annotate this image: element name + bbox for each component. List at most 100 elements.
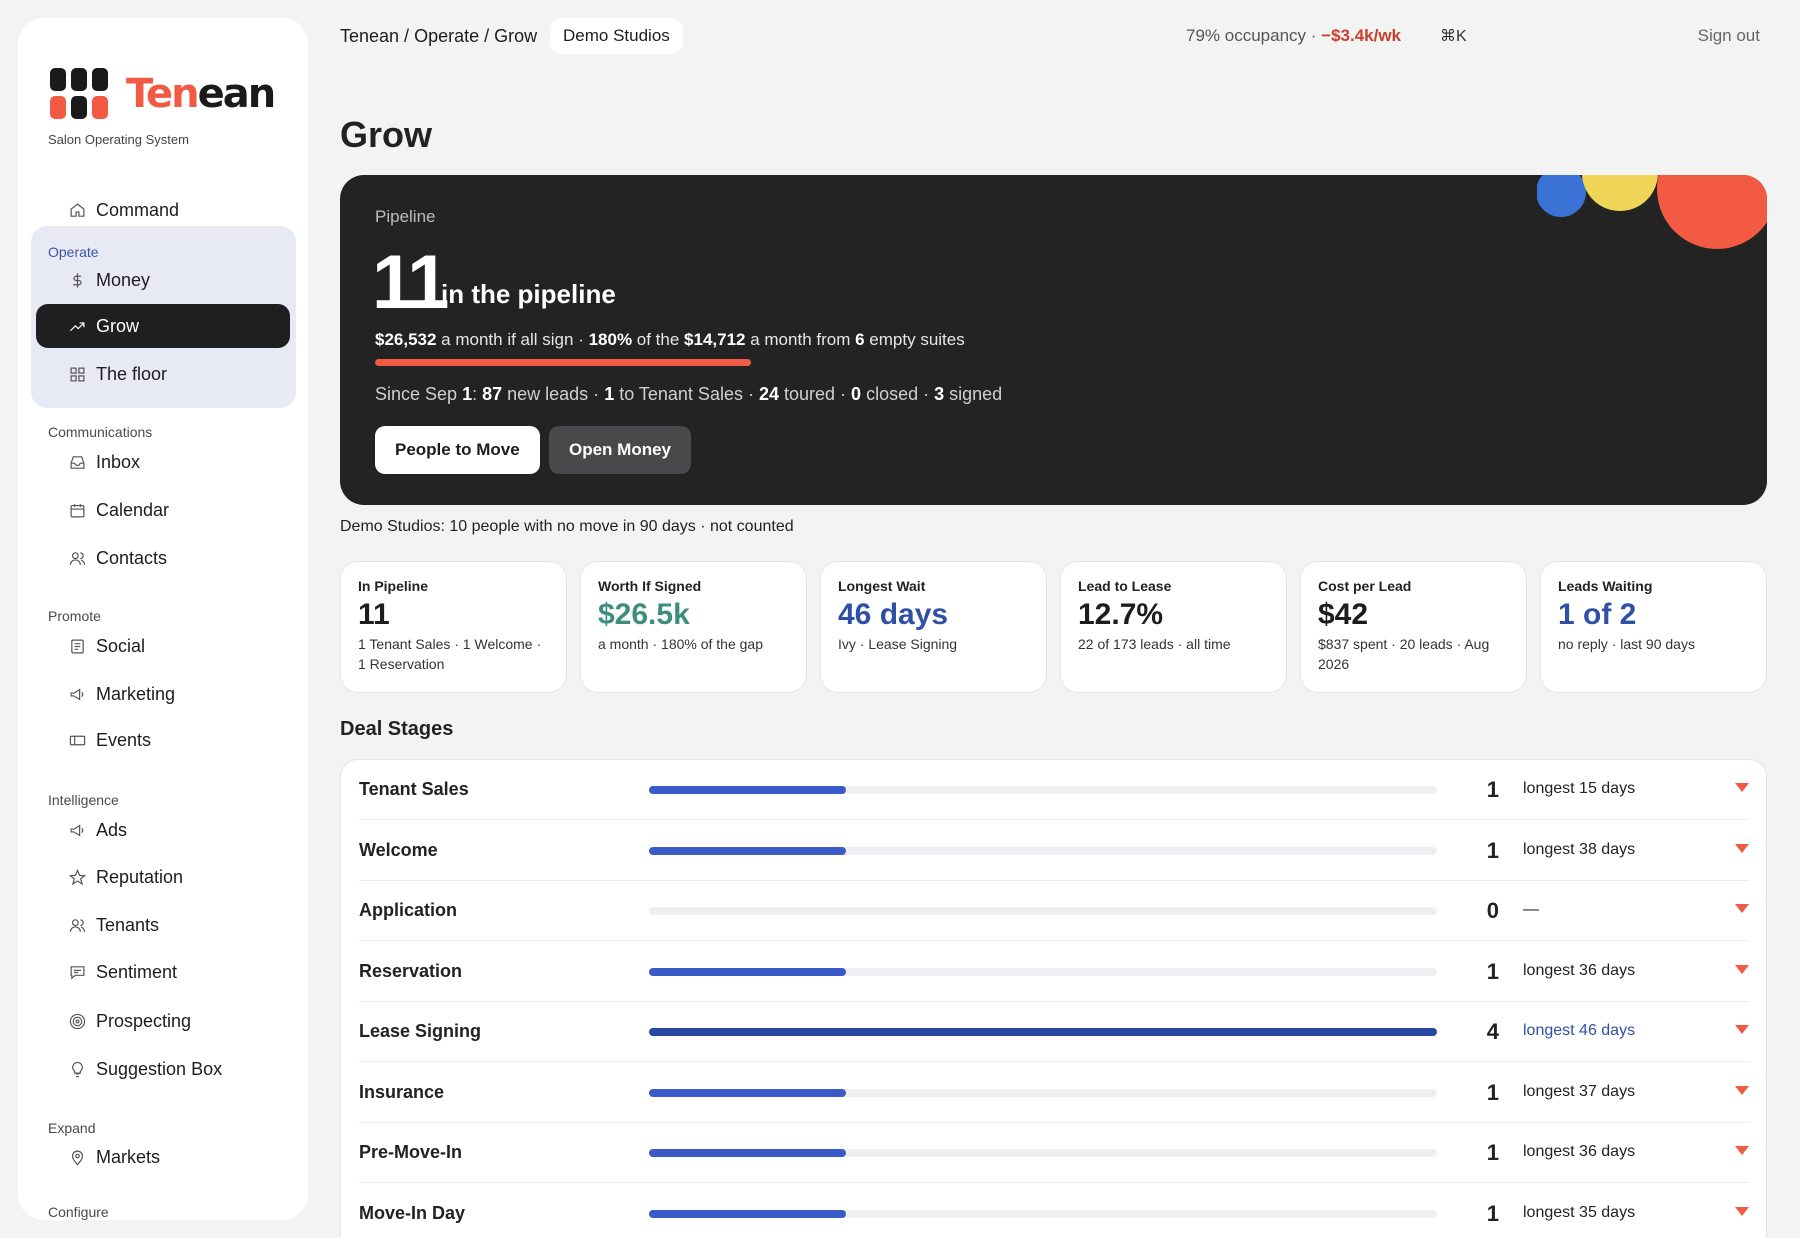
kpi-card-cost-per-lead[interactable]: Cost per Lead $42 $837 spent · 20 leads · … [1300,561,1527,693]
sidebar-item-markets[interactable]: Markets [36,1135,292,1179]
kpi-value: $26.5k [598,598,690,631]
stage-row-welcome[interactable]: Welcome 1 longest 38 days [359,821,1749,881]
sidebar-item-label: Contacts [96,547,168,568]
command-palette-shortcut[interactable]: ⌘K [1440,26,1467,46]
expand-caret-icon[interactable] [1735,1206,1749,1216]
topbar: Tenean / Operate / Grow Demo Studios 79%… [340,18,1760,54]
stage-row-tenant-sales[interactable]: Tenant Sales 1 longest 15 days [359,760,1749,820]
stage-name: Lease Signing [359,1021,482,1041]
stage-bar-track [649,786,1437,794]
sidebar-section-label: Promote [48,608,101,624]
sidebar: Tenean Salon Operating System Command Ope… [18,18,308,1220]
target-icon [66,1010,88,1032]
sidebar-item-label: Inbox [96,451,141,472]
sidebar-item-money[interactable]: Money [36,258,292,302]
sidebar-item-sentiment[interactable]: Sentiment [36,950,292,994]
sidebar-section-label: Configure [48,1204,109,1220]
inbox-icon [66,451,88,473]
occupancy-status: 79% occupancy · −$3.4k/wk [1186,26,1401,46]
stage-longest-wait: longest 36 days [1523,1143,1636,1160]
sidebar-item-suggestion-box[interactable]: Suggestion Box [36,1047,292,1091]
stage-row-application[interactable]: Application 0 — [359,881,1749,941]
kpi-label: Worth If Signed [598,578,702,594]
document-icon [66,635,88,657]
stage-bar-track [649,907,1437,915]
kpi-card-lead-to-lease[interactable]: Lead to Lease 12.7% 22 of 173 leads · all … [1060,561,1287,693]
expand-caret-icon[interactable] [1735,843,1749,853]
stage-bar-fill [649,1209,846,1218]
breadcrumb: Tenean / Operate / Grow [340,26,537,47]
stage-bar-track [649,967,1437,976]
breadcrumb-root[interactable]: Tenean / [340,26,414,46]
sidebar-item-ads[interactable]: Ads [36,808,292,852]
kpi-label: Longest Wait [838,578,926,594]
stage-bar-fill [649,1149,846,1157]
kpi-card-longest-wait[interactable]: Longest Wait 46 days Ivy · Lease Signing [820,561,1047,693]
stage-bar-track [649,1149,1437,1157]
expand-caret-icon[interactable] [1735,783,1749,792]
sidebar-item-inbox[interactable]: Inbox [36,440,292,484]
home-icon [66,199,88,221]
expand-caret-icon[interactable] [1735,1085,1749,1095]
stage-name: Tenant Sales [359,779,469,799]
since-summary: Since Sep 1: 87 new leads · 1 to Tenant … [375,384,1003,404]
stage-name: Insurance [359,1081,445,1102]
stage-count: 1 [1486,777,1499,802]
open-money-button[interactable]: Open Money [549,426,692,474]
kpi-subtext: 22 of 173 leads · all time [1078,636,1231,652]
sidebar-item-label: Money [96,269,151,290]
chat-icon [66,961,88,983]
sidebar-item-label: Social [96,635,146,656]
megaphone-icon [66,819,88,841]
stage-row-pre-move-in[interactable]: Pre-Move-In 1 longest 36 days [359,1123,1749,1183]
sidebar-item-label: Calendar [96,499,170,520]
sidebar-item-the-floor[interactable]: The floor [36,352,292,396]
stage-bar-fill [649,967,846,976]
studio-selector[interactable]: Demo Studios [550,18,683,54]
kpi-card-in-pipeline[interactable]: In Pipeline 11 1 Tenant Sales · 1 Welcome … [340,561,567,693]
kpi-subtext: $837 spent · 20 leads · Aug 2026 [1318,636,1490,672]
sidebar-item-label: The floor [96,363,168,384]
stage-bar-track [649,1028,1437,1036]
expand-caret-icon[interactable] [1735,904,1749,913]
sidebar-item-label: Markets [96,1146,161,1167]
sidebar-item-grow[interactable]: Grow [36,304,290,348]
expand-caret-icon[interactable] [1735,964,1749,974]
expand-caret-icon[interactable] [1735,1025,1749,1034]
people-to-move-button[interactable]: People to Move [375,426,540,474]
sidebar-item-label: Sentiment [96,961,178,982]
stage-count: 1 [1486,1079,1499,1105]
sign-out-link[interactable]: Sign out [1698,26,1760,46]
stage-bar-track [649,1088,1437,1097]
kpi-subtext: Ivy · Lease Signing [838,636,958,652]
stage-count: 1 [1486,958,1499,984]
sidebar-item-social[interactable]: Social [36,624,292,668]
stage-count: 1 [1486,1200,1499,1226]
sidebar-item-events[interactable]: Events [36,718,292,762]
sidebar-item-marketing[interactable]: Marketing [36,672,292,716]
stage-name: Pre-Move-In [359,1142,463,1162]
ticket-icon [66,729,88,751]
sidebar-item-reputation[interactable]: Reputation [36,855,292,899]
sidebar-item-prospecting[interactable]: Prospecting [36,999,292,1043]
kpi-card-leads-waiting[interactable]: Leads Waiting 1 of 2 no reply · last 90 da… [1540,561,1767,693]
trending-up-icon [66,315,88,337]
sidebar-item-contacts[interactable]: Contacts [36,536,292,580]
kpi-label: Lead to Lease [1078,578,1172,594]
sidebar-item-tenants[interactable]: Tenants [36,903,292,947]
sidebar-item-calendar[interactable]: Calendar [36,488,292,532]
stage-row-insurance[interactable]: Insurance 1 longest 37 days [359,1063,1749,1123]
sidebar-section-label: Intelligence [48,792,119,808]
logo[interactable]: Tenean [50,50,276,119]
stage-row-move-in-day[interactable]: Move-In Day 1 longest 35 days [359,1184,1749,1238]
brand: Tenean [50,50,276,119]
stage-row-reservation[interactable]: Reservation 1 longest 36 days [359,942,1749,1002]
sidebar-item-label: Marketing [96,683,176,704]
stage-row-lease-signing[interactable]: Lease Signing 4 longest 46 days [359,1002,1749,1062]
expand-caret-icon[interactable] [1735,1146,1749,1155]
sidebar-item-label: Command [96,199,180,220]
kpi-card-worth-if-signed[interactable]: Worth If Signed $26.5k a month · 180% of t… [580,561,807,693]
sidebar-item-label: Events [96,729,152,750]
kpi-value: 46 days [838,598,949,631]
excluded-note: Demo Studios: 10 people with no move in … [340,518,794,535]
